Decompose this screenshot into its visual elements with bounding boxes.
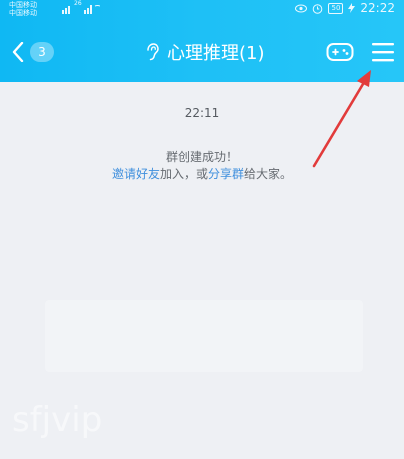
page-title: 心理推理(1) (167, 43, 265, 64)
system-message-end: 给大家。 (244, 167, 293, 181)
nav-title-group: 心理推理(1) (145, 40, 265, 64)
status-time: 22:22 (360, 1, 395, 15)
back-chevron-icon (12, 42, 24, 62)
battery-level: 50 (328, 2, 344, 14)
signal-icon (62, 5, 100, 14)
invite-friends-link[interactable]: 邀请好友 (112, 167, 160, 181)
watermark-text: sfjvip (12, 400, 103, 440)
unread-count-badge: 3 (30, 42, 54, 62)
system-message-line1: 群创建成功！ (165, 150, 238, 164)
charging-icon (348, 3, 356, 13)
faint-overlay-box (45, 300, 363, 372)
header-bar: 中国移动 中国移动 26 50 22:22 3 心理推理(1) (0, 0, 404, 82)
ear-icon (147, 43, 159, 61)
share-group-link[interactable]: 分享群 (208, 167, 244, 181)
carrier-info: 中国移动 中国移动 (9, 1, 37, 17)
carrier-2: 中国移动 (9, 9, 37, 17)
status-right: 50 22:22 (295, 1, 395, 15)
game-controller-icon[interactable] (326, 41, 354, 63)
carrier-1: 中国移动 (9, 1, 37, 9)
back-button[interactable]: 3 (12, 40, 54, 64)
eye-icon (295, 4, 308, 12)
alarm-icon (313, 3, 323, 14)
status-bar: 中国移动 中国移动 26 50 22:22 (0, 0, 404, 17)
menu-icon[interactable] (371, 41, 395, 63)
message-timestamp: 22:11 (184, 106, 220, 120)
system-message-line2: 邀请好友加入，或分享群给大家。 (0, 165, 404, 182)
system-message-middle: 加入，或 (159, 167, 208, 181)
